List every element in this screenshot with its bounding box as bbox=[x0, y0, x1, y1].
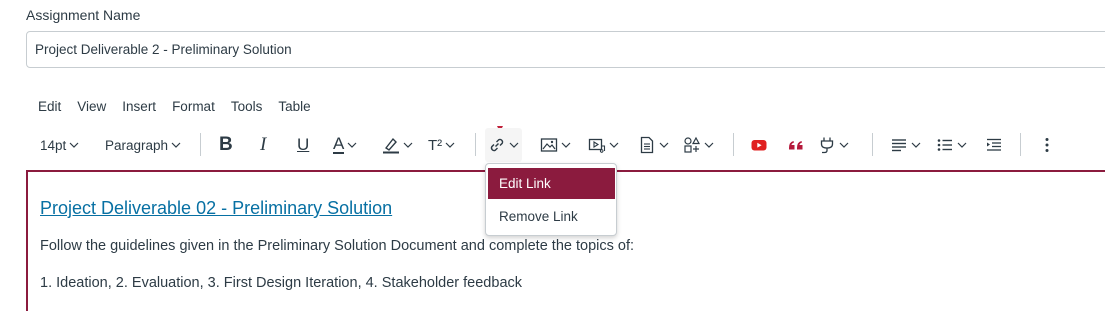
italic-icon: I bbox=[260, 134, 267, 155]
bullet-list-icon bbox=[937, 139, 952, 151]
plugin-icon bbox=[820, 137, 834, 154]
align-icon bbox=[892, 139, 906, 152]
menu-insert[interactable]: Insert bbox=[114, 97, 164, 119]
document-icon bbox=[640, 136, 654, 154]
align-button[interactable] bbox=[890, 128, 921, 162]
youtube-button[interactable] bbox=[750, 128, 768, 162]
document-paragraph: Follow the guidelines given in the Preli… bbox=[40, 238, 635, 254]
highlight-button[interactable] bbox=[382, 128, 413, 162]
toolbar-divider bbox=[1020, 133, 1021, 156]
toolbar-divider bbox=[872, 133, 873, 156]
media-icon bbox=[588, 138, 606, 153]
chevron-down-icon bbox=[704, 142, 714, 148]
remove-link-option[interactable]: Remove Link bbox=[488, 201, 615, 232]
edit-link-option[interactable]: Edit Link bbox=[488, 168, 615, 199]
apps-button[interactable] bbox=[683, 128, 714, 162]
block-format-select[interactable]: Paragraph bbox=[105, 128, 181, 162]
link-icon bbox=[490, 138, 504, 152]
bullet-list-button[interactable] bbox=[936, 128, 967, 162]
chevron-down-icon bbox=[911, 142, 921, 148]
chevron-down-icon bbox=[69, 142, 79, 148]
superscript-icon: T² bbox=[428, 136, 443, 154]
menu-edit[interactable]: Edit bbox=[30, 97, 69, 119]
text-color-button[interactable]: A bbox=[333, 128, 357, 162]
assignment-name-label: Assignment Name bbox=[26, 7, 141, 23]
font-size-select[interactable]: 14pt bbox=[40, 128, 79, 162]
toolbar-divider bbox=[475, 133, 476, 156]
chevron-down-icon bbox=[445, 142, 455, 148]
toolbar-divider bbox=[200, 133, 201, 156]
italic-button[interactable]: I bbox=[260, 128, 266, 162]
chevron-down-icon bbox=[659, 142, 669, 148]
chevron-down-icon bbox=[509, 142, 519, 148]
superscript-button[interactable]: T² bbox=[428, 128, 455, 162]
quote-icon bbox=[789, 141, 803, 150]
document-paragraph: 1. Ideation, 2. Evaluation, 3. First Des… bbox=[40, 275, 523, 291]
assignment-name-input[interactable] bbox=[26, 31, 1105, 68]
text-color-icon: A bbox=[333, 134, 345, 154]
document-button[interactable] bbox=[638, 128, 669, 162]
indent-button[interactable] bbox=[985, 128, 1003, 162]
underline-icon: U bbox=[297, 135, 310, 154]
bold-button[interactable]: B bbox=[219, 128, 233, 162]
chevron-down-icon bbox=[171, 142, 181, 148]
image-button[interactable] bbox=[540, 128, 571, 162]
chevron-down-icon bbox=[839, 142, 849, 148]
image-icon bbox=[540, 138, 558, 152]
chevron-down-icon bbox=[957, 142, 967, 148]
block-format-value: Paragraph bbox=[105, 137, 169, 153]
apps-icon bbox=[684, 136, 701, 153]
quote-button[interactable] bbox=[787, 128, 805, 162]
toolbar-divider bbox=[733, 133, 734, 156]
editor-menubar: Edit View Insert Format Tools Table bbox=[30, 97, 319, 119]
chevron-down-icon bbox=[403, 142, 413, 148]
link-button[interactable] bbox=[485, 128, 522, 162]
youtube-icon bbox=[751, 140, 767, 151]
menu-format[interactable]: Format bbox=[164, 97, 223, 119]
chevron-down-icon bbox=[561, 142, 571, 148]
font-size-value: 14pt bbox=[40, 137, 67, 153]
more-button[interactable] bbox=[1038, 128, 1056, 162]
link-options-popup: Edit Link Remove Link bbox=[485, 163, 617, 236]
underline-button[interactable]: U bbox=[297, 128, 309, 162]
menu-tools[interactable]: Tools bbox=[223, 97, 271, 119]
plugin-button[interactable] bbox=[818, 128, 849, 162]
indent-icon bbox=[987, 138, 1001, 151]
menu-view[interactable]: View bbox=[69, 97, 114, 119]
document-heading-link[interactable]: Project Deliverable 02 - Preliminary Sol… bbox=[40, 198, 392, 219]
editor-toolbar: 14pt Paragraph B I U A T² bbox=[30, 128, 1100, 162]
bold-icon: B bbox=[219, 134, 233, 155]
more-icon bbox=[1045, 138, 1049, 152]
media-button[interactable] bbox=[588, 128, 619, 162]
highlight-icon bbox=[383, 137, 399, 154]
menu-table[interactable]: Table bbox=[270, 97, 318, 119]
chevron-down-icon bbox=[347, 142, 357, 148]
chevron-down-icon bbox=[609, 142, 619, 148]
